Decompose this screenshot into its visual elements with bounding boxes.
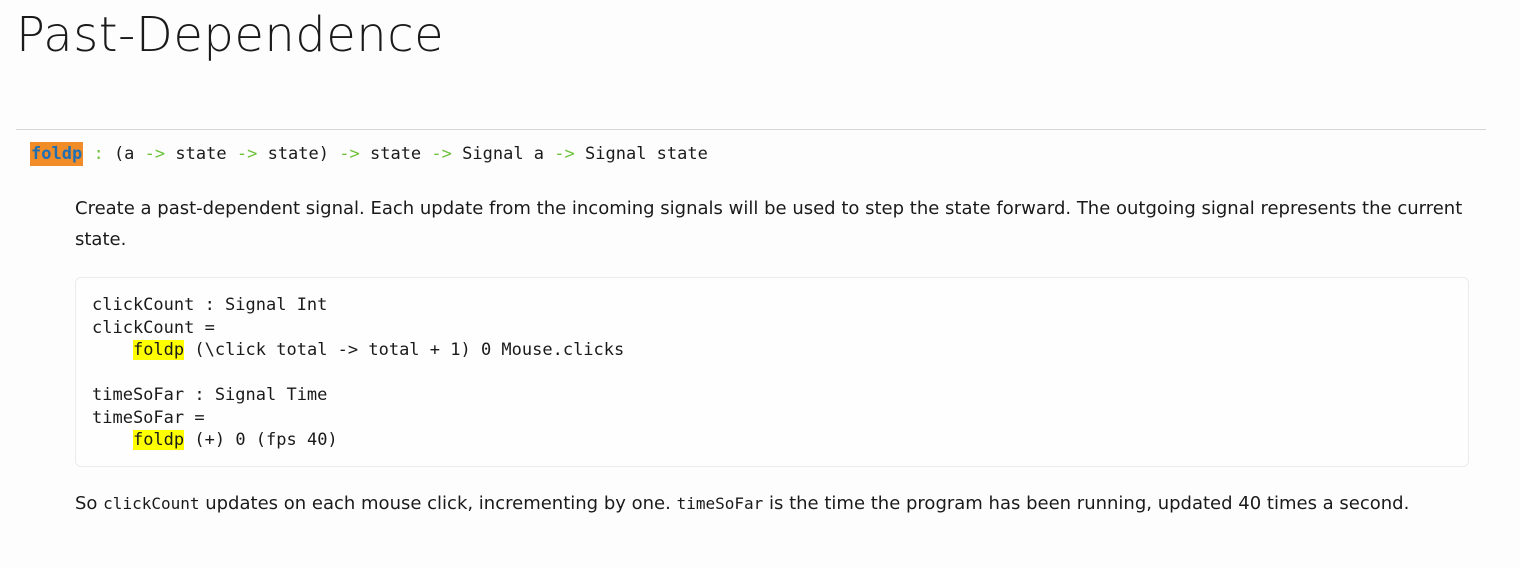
signature-type-part: state bbox=[369, 144, 422, 164]
code-line: foldp (\click total -> total + 1) 0 Mous… bbox=[92, 339, 1468, 362]
explanation-text: updates on each mouse click, incrementin… bbox=[199, 493, 677, 514]
explanation-paragraph: So clickCount updates on each mouse clic… bbox=[75, 488, 1475, 519]
code-text: (+) 0 (fps 40) bbox=[184, 430, 338, 450]
signature-arrow: -> bbox=[144, 144, 166, 164]
signature-colon: : bbox=[93, 144, 104, 164]
code-line: clickCount = bbox=[92, 317, 215, 338]
explanation-text: So bbox=[75, 493, 104, 514]
function-description: Create a past-dependent signal. Each upd… bbox=[75, 198, 1463, 250]
inline-code-clickcount: clickCount bbox=[103, 494, 200, 513]
code-line: timeSoFar : Signal Time bbox=[92, 385, 328, 405]
signature-function-name[interactable]: foldp bbox=[30, 142, 84, 166]
code-line: timeSoFar = bbox=[92, 407, 205, 428]
signature-type-part: Signal a bbox=[462, 144, 545, 164]
code-example-block: clickCount : Signal Int clickCount = fol… bbox=[75, 277, 1469, 467]
signature-type-part: (a bbox=[113, 144, 135, 164]
code-highlight-foldp: foldp bbox=[132, 430, 185, 450]
code-line: foldp (+) 0 (fps 40) bbox=[92, 429, 1468, 452]
function-signature: foldp : (a -> state -> state) -> state -… bbox=[30, 141, 708, 167]
signature-arrow: -> bbox=[554, 144, 575, 164]
page-title: Past-Dependence bbox=[16, 7, 445, 63]
signature-arrow: -> bbox=[431, 144, 452, 164]
signature-type-part: Signal state bbox=[585, 144, 708, 164]
signature-arrow: -> bbox=[339, 144, 360, 164]
inline-code-timesofar: timeSoFar bbox=[676, 494, 764, 513]
code-highlight-foldp: foldp bbox=[132, 340, 185, 360]
signature-arrow: -> bbox=[236, 144, 258, 164]
signature-type-part: state bbox=[175, 144, 227, 164]
explanation-text: is the time the program has been running… bbox=[763, 493, 1410, 514]
section-divider bbox=[16, 129, 1486, 130]
code-line: clickCount : Signal Int bbox=[92, 295, 328, 315]
signature-type-part: state) bbox=[267, 144, 329, 164]
code-text: (\click total -> total + 1) 0 Mouse.clic… bbox=[184, 340, 625, 360]
